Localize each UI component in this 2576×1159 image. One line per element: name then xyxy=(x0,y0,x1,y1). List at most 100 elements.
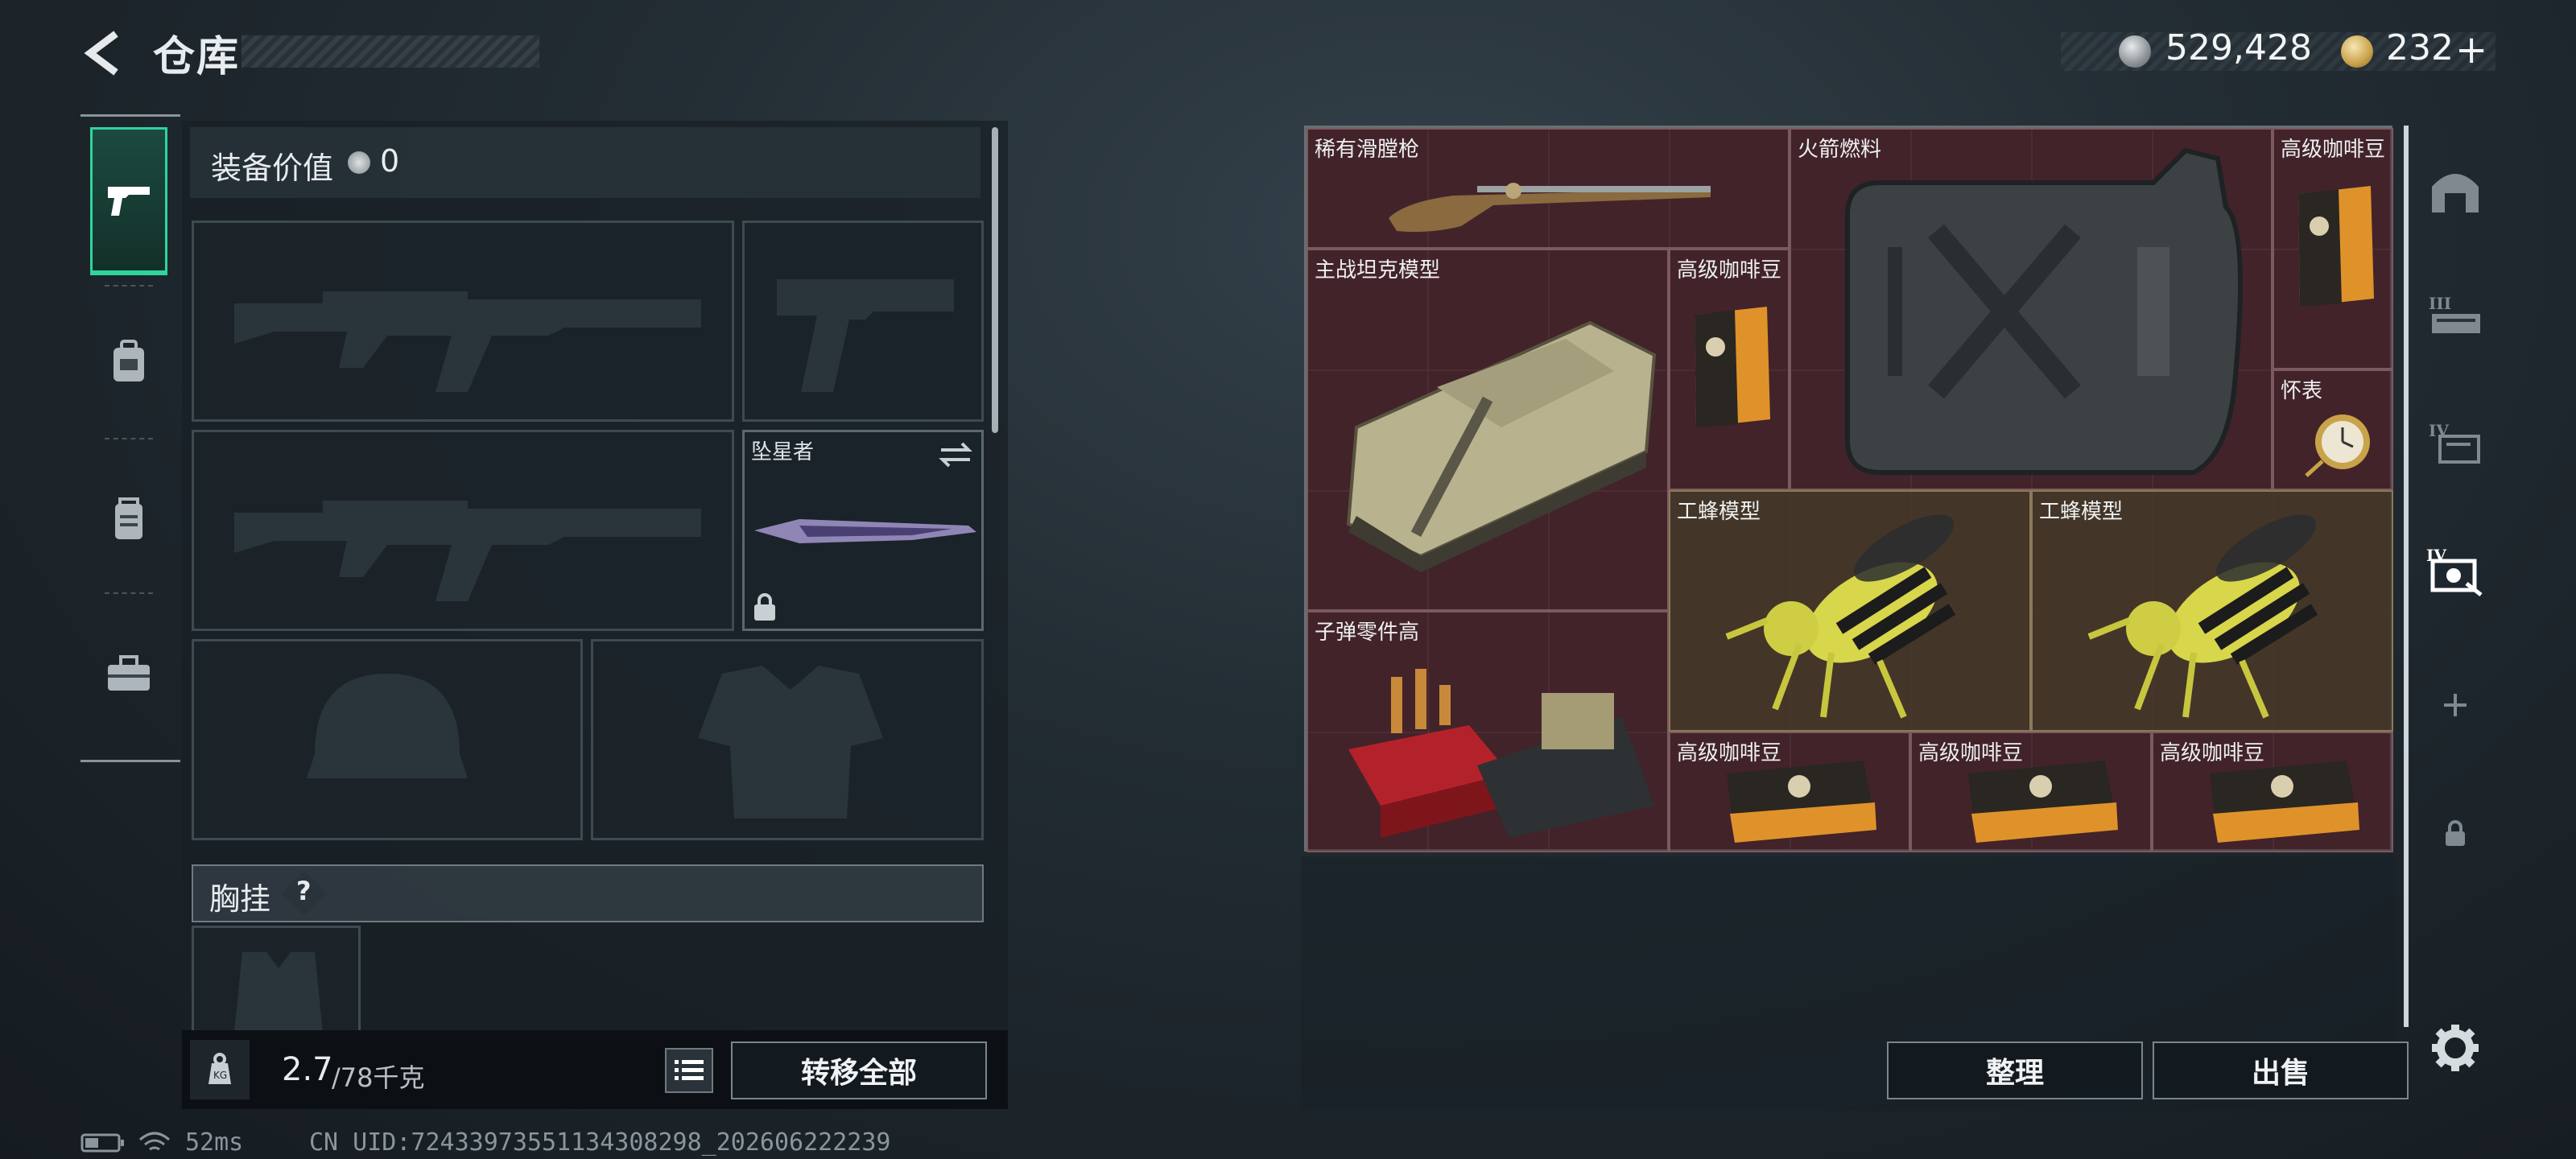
storage-tab-4-active[interactable]: IV xyxy=(2423,538,2487,602)
storage-item[interactable]: 怀表 xyxy=(2273,369,2393,490)
melee-slot[interactable]: 坠星者 xyxy=(742,430,984,631)
equipment-value-label: 装备价值 xyxy=(211,151,334,186)
silver-coin-icon xyxy=(348,151,370,174)
secondary-weapon-slot[interactable] xyxy=(192,430,734,631)
nav-tab-backpack[interactable] xyxy=(90,290,167,435)
armor-slot[interactable] xyxy=(591,639,984,840)
storage-item[interactable]: 子弹零件高 xyxy=(1307,611,1669,852)
wifi-icon xyxy=(139,1132,170,1151)
nav-separator xyxy=(105,285,153,287)
nav-tab-toolbox[interactable] xyxy=(90,602,167,747)
item-label: 主战坦克模型 xyxy=(1315,258,1441,283)
toolbox-icon xyxy=(108,655,150,691)
list-icon xyxy=(675,1060,704,1080)
coffee-bag-icon xyxy=(1695,307,1770,427)
item-label: 子弹零件高 xyxy=(1315,621,1420,645)
storage-tab-3[interactable]: III xyxy=(2423,283,2487,348)
storage-item[interactable]: 高级咖啡豆 xyxy=(1910,732,2152,852)
chest-rig-silhouette-icon xyxy=(234,952,323,1033)
nav-tab-vest[interactable] xyxy=(90,448,167,592)
chest-rig-slot[interactable] xyxy=(192,926,361,1033)
storage-level-4-tools-icon: IV xyxy=(2426,546,2483,596)
weight-max: /78千克 xyxy=(332,1062,425,1093)
storage-level-3-icon: III xyxy=(2429,294,2480,333)
storage-item[interactable]: 高级咖啡豆 xyxy=(2273,128,2393,369)
item-label: 高级咖啡豆 xyxy=(1677,258,1782,283)
chest-rig-label: 胸挂 xyxy=(209,881,271,917)
vest-icon xyxy=(115,497,142,539)
primary-weapon-slot[interactable] xyxy=(192,221,734,422)
coffee-bag-icon xyxy=(2298,186,2374,307)
pistol-silhouette-icon xyxy=(777,279,954,392)
warehouse-icon xyxy=(2432,174,2479,212)
title-decoration xyxy=(242,35,539,68)
uid-text: CN UID:7243397355113430829​8_20260622223… xyxy=(309,1128,891,1157)
svg-text:III: III xyxy=(2429,294,2451,313)
fuel-canister-icon xyxy=(1845,147,2243,475)
melee-item-name: 坠星者 xyxy=(751,440,815,464)
storage-item[interactable]: 主战坦克模型 xyxy=(1307,249,1669,611)
transfer-all-button[interactable]: 转移全部 xyxy=(731,1041,987,1099)
storage-item[interactable]: 火箭燃料 xyxy=(1790,128,2273,490)
gear-icon xyxy=(2432,1025,2479,1071)
storage-level-4-icon: IV xyxy=(2429,421,2480,464)
storage-item[interactable]: 工蜂模型 xyxy=(2031,490,2393,732)
storage-tab-main[interactable] xyxy=(2423,158,2487,222)
bee-icon xyxy=(2087,514,2318,719)
help-icon[interactable]: ? xyxy=(296,876,312,906)
coffee-bag-icon xyxy=(2210,761,2359,843)
locked-storage-tab[interactable] xyxy=(2423,802,2487,866)
lock-icon xyxy=(2446,820,2465,846)
ping-text: 52ms xyxy=(185,1128,244,1157)
capacity-bar: KG 2.7 /78千克 转移全部 xyxy=(182,1030,1008,1109)
backpack-icon xyxy=(114,340,144,382)
swap-icon[interactable] xyxy=(938,440,973,469)
knife-image xyxy=(754,519,976,543)
tank-icon xyxy=(1346,320,1657,572)
equipment-scrollbar[interactable] xyxy=(992,127,998,433)
storage-tab-4[interactable]: IV xyxy=(2423,410,2487,475)
coffee-bag-icon xyxy=(1968,761,2118,843)
silver-coin-icon xyxy=(2119,35,2151,68)
storage-item[interactable]: 工蜂模型 xyxy=(1669,490,2031,732)
battery-icon xyxy=(80,1133,124,1153)
rifle-silhouette-icon xyxy=(234,501,701,601)
storage-item[interactable]: 稀有滑膛枪 xyxy=(1307,128,1790,249)
armor-silhouette-icon xyxy=(698,666,883,819)
musket-icon xyxy=(1389,183,1711,233)
plus-icon xyxy=(2444,694,2467,716)
svg-text:KG: KG xyxy=(213,1070,227,1081)
equipment-value: 0 xyxy=(380,143,400,179)
weight-icon: KG xyxy=(208,1053,231,1084)
list-view-button[interactable] xyxy=(665,1048,713,1093)
bee-icon xyxy=(1725,514,1956,719)
ticket-balance: 232 xyxy=(2386,27,2454,68)
item-label: 怀表 xyxy=(2281,379,2323,403)
storage-item[interactable]: 高级咖啡豆 xyxy=(1669,732,1910,852)
storage-item[interactable]: 高级咖啡豆 xyxy=(1669,249,1790,490)
item-label: 高级咖啡豆 xyxy=(2281,138,2386,162)
storage-grid: 稀有滑膛枪 火箭燃料 高级咖啡豆 主战坦克模型 高级咖啡豆 怀表 工蜂模型 工蜂… xyxy=(1304,126,2393,852)
lock-icon xyxy=(754,593,775,621)
helmet-silhouette-icon xyxy=(307,674,468,778)
equipment-value-header: 装备价值 0 xyxy=(190,127,980,198)
back-arrow-icon xyxy=(84,31,118,76)
add-currency-button[interactable]: + xyxy=(2455,27,2487,72)
ammo-parts-icon xyxy=(1348,669,1654,838)
sell-button[interactable]: 出售 xyxy=(2153,1041,2409,1099)
nav-tab-weapons[interactable] xyxy=(90,127,167,275)
storage-scrollbar[interactable] xyxy=(2404,126,2409,1027)
sidearm-slot[interactable] xyxy=(742,221,984,422)
settings-button[interactable] xyxy=(2423,1016,2487,1080)
storage-item[interactable]: 高级咖啡豆 xyxy=(2152,732,2393,852)
weight-current: 2.7 xyxy=(282,1051,333,1088)
coffee-bag-icon xyxy=(1727,761,1876,843)
rifle-silhouette-icon xyxy=(234,291,701,392)
nav-separator xyxy=(105,592,153,594)
pistol-icon xyxy=(108,186,150,216)
weight-icon-box: KG xyxy=(190,1040,250,1099)
helmet-slot[interactable] xyxy=(192,639,583,840)
add-storage-button[interactable] xyxy=(2423,673,2487,737)
back-button[interactable] xyxy=(80,29,129,77)
sort-button[interactable]: 整理 xyxy=(1887,1041,2143,1099)
